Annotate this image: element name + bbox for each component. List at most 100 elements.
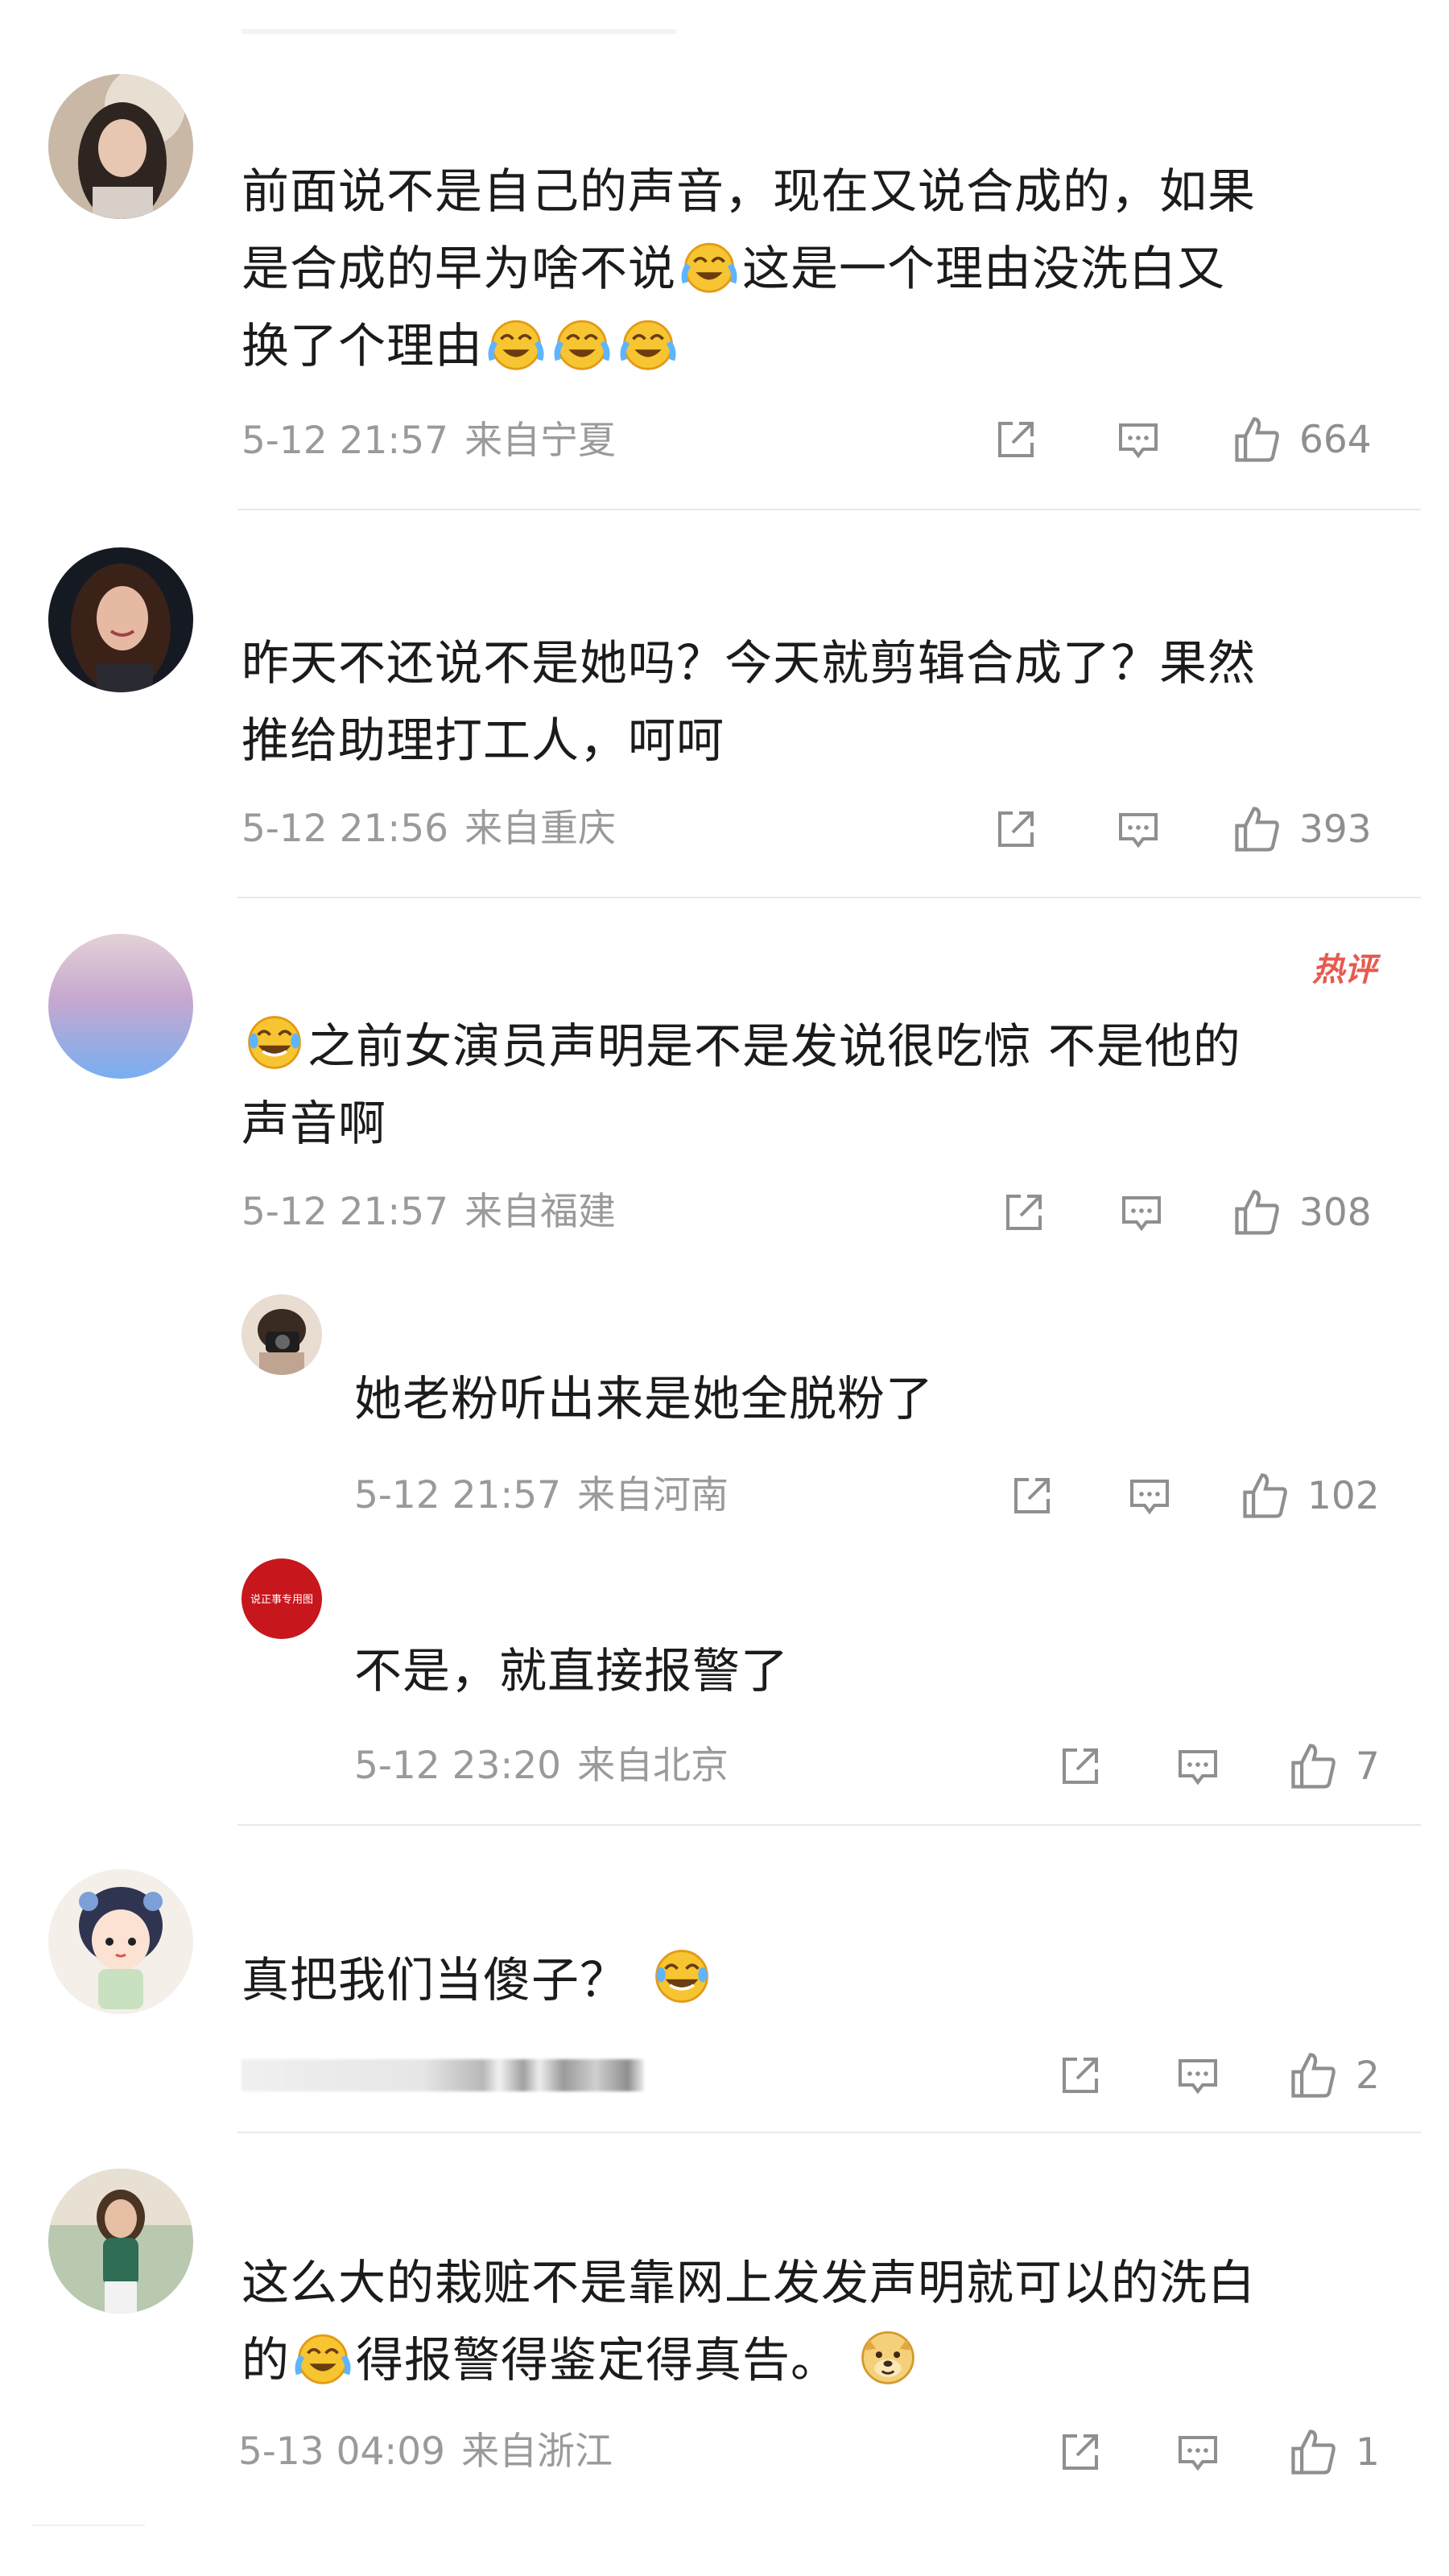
comment-text-part: 得报警得鉴定得真告。 (356, 2332, 840, 2388)
comment-icon (1122, 1196, 1161, 1232)
comment-time: 5-12 21:57 (242, 419, 449, 463)
comment-actions: 664 (990, 411, 1372, 469)
share-button[interactable] (990, 414, 1042, 465)
hot-comment-badge: 热评 (1312, 951, 1377, 989)
share-button[interactable] (1006, 1470, 1058, 1521)
crying-laughing-emoji (488, 320, 544, 370)
comment-text: 昨天不还说不是她吗？今天就剪辑合成了？果然 推给助理打工人，呵呵 (242, 635, 1257, 768)
comment-actions: 102 (1006, 1467, 1380, 1525)
comment-location: 来自宁夏 (464, 419, 617, 463)
like-count: 308 (1299, 1190, 1372, 1235)
share-icon (1063, 2434, 1098, 2470)
avatar[interactable] (48, 1869, 193, 2014)
share-icon (998, 422, 1034, 457)
comment-actions: 2 (1055, 2046, 1380, 2104)
comment-location: 来自河南 (577, 1473, 729, 1517)
comment-list: 前面说不是自己的声音，现在又说合成的，如果 是合成的早为啥不说 这是一个理由没洗白… (0, 0, 1449, 2576)
comment-meta: 5-12 21:57 来自福建 (242, 1188, 616, 1236)
crying-laughing-emoji (681, 242, 737, 293)
divider (237, 1824, 1421, 1826)
avatar-label: 说正事专用图 (250, 1594, 313, 1606)
avatar[interactable] (48, 74, 193, 219)
thumbs-up-icon (1235, 417, 1279, 462)
reply-button[interactable] (1172, 2050, 1224, 2101)
divider (237, 509, 1421, 510)
reply-text: 她老粉听出来是她全脱粉了 (354, 1371, 935, 1426)
comment-time: 5-12 23:20 (354, 1744, 562, 1788)
comment-icon (1179, 2059, 1217, 2095)
laughing-tears-emoji (248, 1016, 301, 1069)
comment-location: 来自重庆 (464, 807, 617, 851)
like-button[interactable]: 7 (1286, 1739, 1380, 1794)
share-button[interactable] (1055, 2426, 1106, 2478)
thumbs-up-icon (1235, 1190, 1279, 1235)
top-divider-fragment (242, 29, 676, 34)
thumbs-up-icon (1243, 1473, 1287, 1518)
like-count: 664 (1299, 417, 1372, 462)
comment-actions: 308 (998, 1183, 1372, 1241)
comment-icon (1179, 2436, 1217, 2471)
divider (237, 897, 1421, 898)
comment-icon (1179, 1750, 1217, 1785)
comment-meta: 5-12 23:20 来自北京 (354, 1742, 729, 1790)
thumbs-up-icon (1291, 2429, 1335, 2475)
reply-button[interactable] (1116, 1187, 1167, 1238)
comment-meta: 5-12 21:57 来自河南 (354, 1472, 729, 1520)
reply-button[interactable] (1113, 414, 1164, 465)
thumbs-up-icon (1235, 807, 1279, 852)
comment-actions: 7 (1055, 1737, 1380, 1795)
crying-laughing-emoji (554, 320, 610, 370)
divider (237, 2132, 1421, 2133)
comment-location: 来自北京 (577, 1744, 729, 1788)
share-icon (1014, 1478, 1050, 1513)
comment-text-part: 真把我们当傻子？ (242, 1952, 629, 2008)
like-button[interactable]: 1 (1286, 2425, 1380, 2479)
comment-text: 之前女演员声明是不是发说很吃惊 不是他的 声音啊 (242, 1008, 1385, 1162)
like-button[interactable]: 393 (1230, 802, 1372, 857)
comment-meta: 5-13 04:09 来自浙江 (238, 2428, 613, 2476)
share-button[interactable] (998, 1187, 1050, 1238)
divider (32, 2524, 145, 2526)
like-button[interactable]: 664 (1230, 412, 1372, 467)
like-button[interactable]: 102 (1238, 1468, 1380, 1523)
like-count: 102 (1307, 1473, 1380, 1518)
reply-button[interactable] (1172, 2426, 1224, 2478)
reply-button[interactable] (1124, 1470, 1175, 1521)
comment-meta: 5-12 21:56 来自重庆 (242, 805, 616, 853)
like-button[interactable]: 2 (1286, 2048, 1380, 2103)
comment-actions: 393 (990, 800, 1372, 858)
comment-text: 这么大的栽赃不是靠网上发发声明就可以的洗白 的得报警得鉴定得真告。 (242, 2244, 1417, 2399)
share-icon (998, 811, 1034, 847)
like-count: 2 (1356, 2053, 1380, 2098)
comment-meta: 5-12 21:57 来自宁夏 (242, 417, 616, 465)
share-button[interactable] (1055, 1740, 1106, 1792)
share-button[interactable] (990, 803, 1042, 855)
avatar[interactable] (48, 547, 193, 692)
like-button[interactable]: 308 (1230, 1185, 1372, 1240)
comment-icon (1119, 813, 1158, 848)
avatar[interactable] (48, 2169, 193, 2314)
thumbs-up-icon (1291, 2053, 1335, 2098)
thumbs-up-icon (1291, 1744, 1335, 1789)
avatar[interactable] (48, 934, 193, 1079)
comment-icon (1130, 1480, 1169, 1515)
like-count: 7 (1356, 1744, 1380, 1789)
avatar[interactable] (242, 1294, 322, 1375)
comment-actions: 1 (1055, 2423, 1380, 2481)
comment-time: 5-12 21:56 (242, 807, 449, 851)
blurred-meta (242, 2059, 644, 2091)
like-count: 393 (1299, 807, 1372, 852)
comment-text: 真把我们当傻子？ (242, 1942, 1385, 2019)
crying-laughing-emoji (295, 2334, 351, 2384)
comment-text-part: 之前女演员声明是不是发说很吃惊 不是他的 声音啊 (242, 1018, 1241, 1151)
comment-icon (1119, 423, 1158, 459)
crying-laughing-emoji (620, 320, 676, 370)
share-button[interactable] (1055, 2050, 1106, 2101)
reply-button[interactable] (1113, 803, 1164, 855)
comment-text: 前面说不是自己的声音，现在又说合成的，如果 是合成的早为啥不说 这是一个理由没洗白… (242, 153, 1385, 385)
reply-text: 不是，就直接报警了 (354, 1643, 790, 1699)
comment-location: 来自福建 (464, 1190, 617, 1234)
avatar[interactable]: 说正事专用图 (242, 1558, 322, 1639)
doge-emoji (861, 2331, 914, 2384)
reply-button[interactable] (1172, 1740, 1224, 1792)
